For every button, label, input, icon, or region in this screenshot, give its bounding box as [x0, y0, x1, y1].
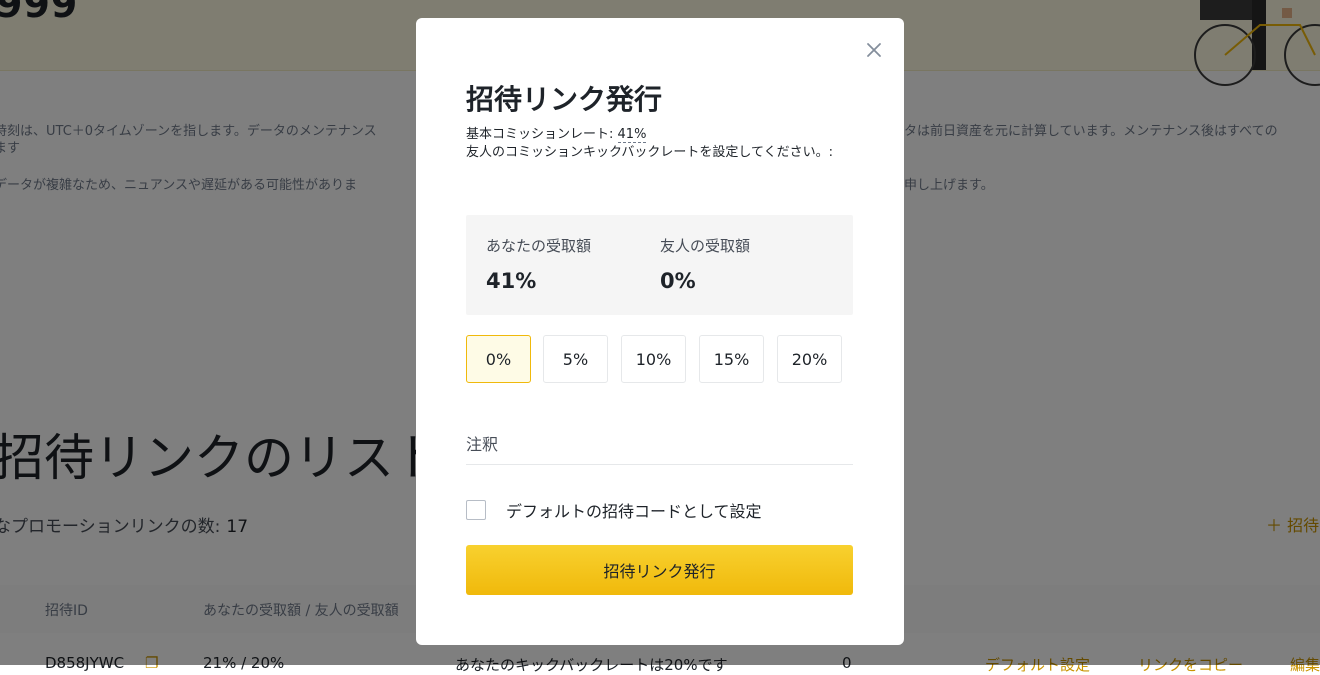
- modal-title: 招待リンク発行: [466, 83, 663, 116]
- note-field: [466, 428, 853, 465]
- your-share-value: 41%: [486, 269, 537, 293]
- base-commission-rate: 基本コミッションレート: 41%: [466, 123, 647, 143]
- share-summary: あなたの受取額 41% 友人の受取額 0%: [466, 215, 853, 315]
- default-code-checkbox[interactable]: [466, 500, 486, 520]
- rate-option-20[interactable]: 20%: [777, 335, 842, 383]
- your-share-label: あなたの受取額: [486, 237, 592, 255]
- note-input[interactable]: [466, 428, 853, 460]
- kickback-description: 友人のコミッションキックバックレートを設定してください。:: [466, 145, 833, 160]
- rate-option-10[interactable]: 10%: [621, 335, 686, 383]
- rate-option-0[interactable]: 0%: [466, 335, 531, 383]
- close-button[interactable]: [864, 40, 884, 60]
- create-invite-link-button[interactable]: 招待リンク発行: [466, 545, 853, 595]
- rate-option-5[interactable]: 5%: [543, 335, 608, 383]
- friend-share-label: 友人の受取額: [660, 237, 751, 255]
- close-icon: [867, 43, 881, 57]
- default-code-label[interactable]: デフォルトの招待コードとして設定: [506, 498, 762, 522]
- friend-share-value: 0%: [660, 269, 696, 293]
- base-rate-label: 基本コミッションレート:: [466, 127, 614, 142]
- rate-option-15[interactable]: 15%: [699, 335, 764, 383]
- create-invite-link-modal: 招待リンク発行 基本コミッションレート: 41% 友人のコミッションキックバック…: [416, 18, 904, 645]
- base-rate-value: 41%: [617, 127, 647, 143]
